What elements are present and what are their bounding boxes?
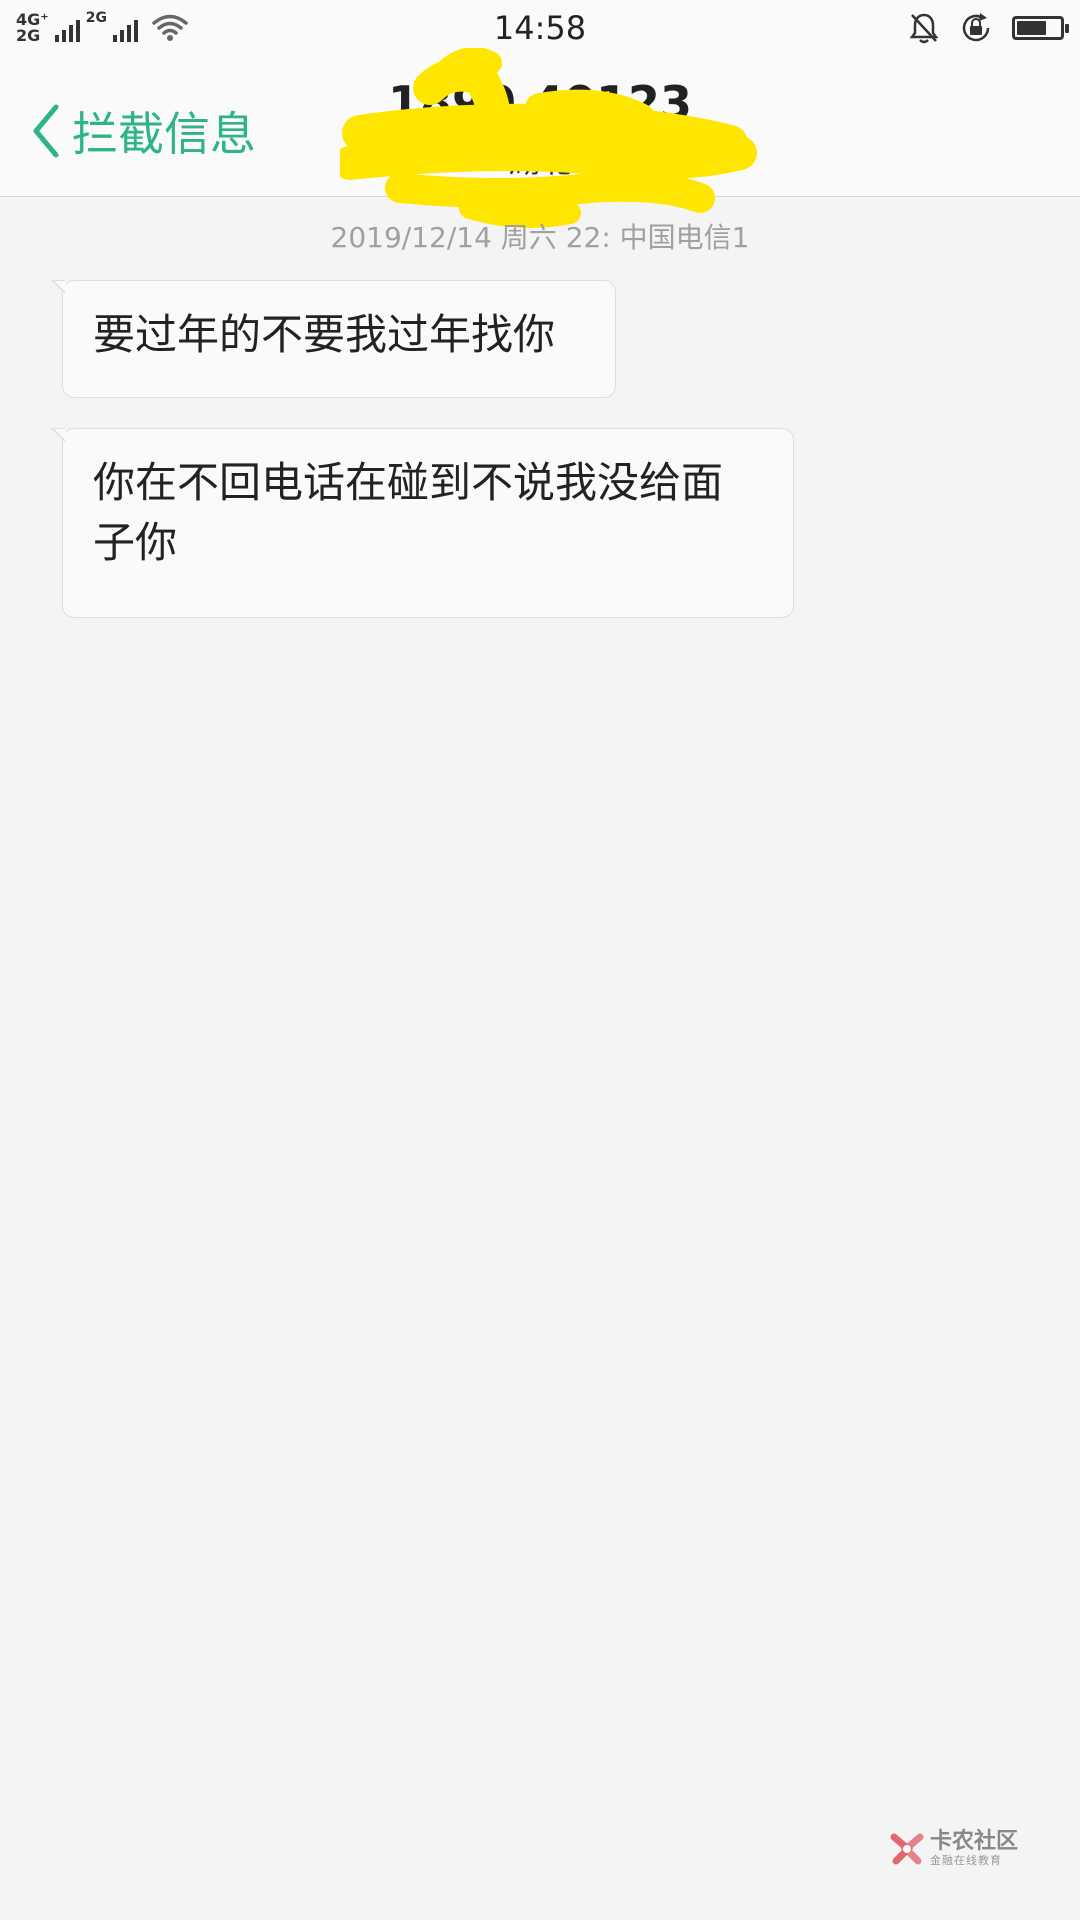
message-text: 要过年的不要我过年找你 bbox=[93, 310, 556, 359]
status-right bbox=[908, 10, 1069, 46]
bubble-tail-inner bbox=[54, 429, 66, 441]
message-timestamp: 2019/12/14 周六 22: 中国电信1 bbox=[330, 221, 750, 254]
contact-location: 湖北 bbox=[507, 142, 572, 180]
conversation-header: 拦截信息 1890 40123 湖北 bbox=[0, 56, 1080, 197]
message-text: 你在不回电话在碰到不说我没给面子你 bbox=[93, 458, 724, 567]
watermark: 卡农社区 金融在线教育 bbox=[890, 1830, 1018, 1868]
watermark-subtitle: 金融在线教育 bbox=[929, 1854, 1002, 1867]
battery-level bbox=[1017, 21, 1046, 35]
contact-number[interactable]: 1890 40123 bbox=[0, 76, 1080, 130]
battery-icon bbox=[1012, 16, 1069, 40]
bubble-tail-inner bbox=[54, 281, 66, 293]
message-bubble[interactable]: 你在不回电话在碰到不说我没给面子你 bbox=[51, 428, 794, 618]
mute-bell-icon bbox=[909, 13, 939, 44]
watermark-title: 卡农社区 bbox=[929, 1829, 1018, 1854]
message-bubble[interactable]: 要过年的不要我过年找你 bbox=[51, 280, 616, 398]
watermark-text: 卡农社区 金融在线教育 bbox=[930, 1830, 1018, 1868]
status-bar: 4G⁺ 2G 2G 14:58 bbox=[0, 0, 1080, 56]
rotation-lock-icon bbox=[962, 13, 990, 42]
kanong-logo-icon bbox=[890, 1833, 924, 1865]
